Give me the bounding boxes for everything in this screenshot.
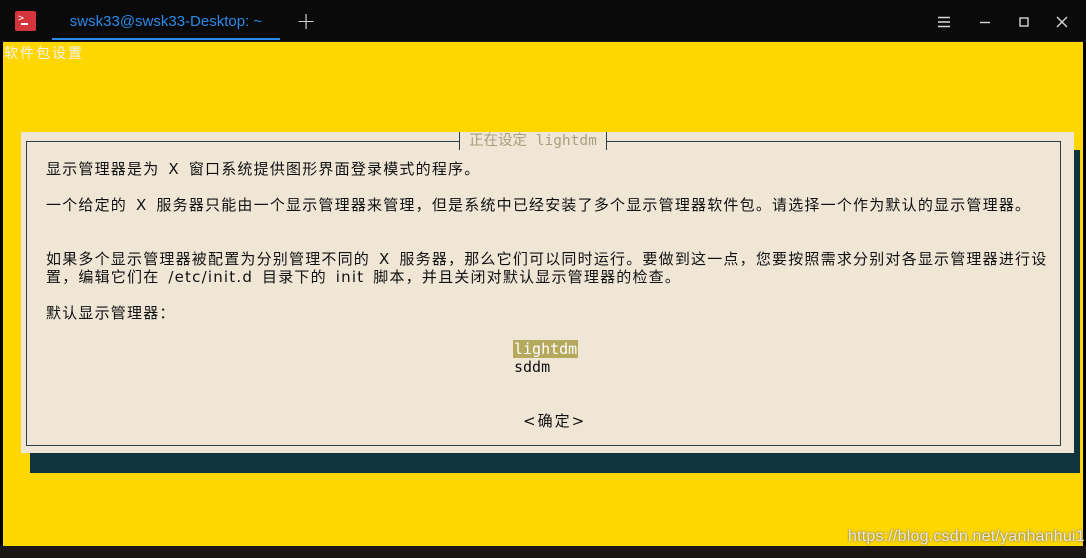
terminal-app-icon: > xyxy=(15,11,36,31)
dialog-frame: 显示管理器是为 X 窗口系统提供图形界面登录模式的程序。 一个给定的 X 服务器… xyxy=(26,141,1061,446)
window-titlebar: > swsk33@swsk33-Desktop: ~ + xyxy=(0,0,1086,42)
add-tab-button[interactable]: + xyxy=(292,8,320,36)
close-icon[interactable] xyxy=(1050,10,1074,34)
minimize-icon[interactable] xyxy=(973,10,997,34)
option-lightdm[interactable]: lightdm xyxy=(513,340,579,358)
maximize-icon[interactable] xyxy=(1012,10,1036,34)
watermark: https://blog.csdn.net/yanhanhui1 xyxy=(848,528,1085,545)
terminal-tab[interactable]: swsk33@swsk33-Desktop: ~ xyxy=(52,6,280,40)
dialog-title: 正在设定 lightdm xyxy=(459,132,607,150)
ok-button[interactable]: <确定> xyxy=(523,412,586,430)
dialog-paragraph: 如果多个显示管理器被配置为分别管理不同的 X 服务器，那么它们可以同时运行。要做… xyxy=(46,250,1048,286)
menu-icon[interactable] xyxy=(932,10,956,34)
package-config-title: 软件包设置 xyxy=(4,46,84,62)
dialog-paragraph: 显示管理器是为 X 窗口系统提供图形界面登录模式的程序。 xyxy=(46,160,481,178)
dialog-paragraph: 一个给定的 X 服务器只能由一个显示管理器来管理，但是系统中已经安装了多个显示管… xyxy=(46,196,1032,214)
default-dm-prompt: 默认显示管理器： xyxy=(46,304,176,322)
terminal-area[interactable]: 软件包设置 显示管理器是为 X 窗口系统提供图形界面登录模式的程序。 一个给定的… xyxy=(3,42,1083,546)
option-sddm[interactable]: sddm xyxy=(513,358,578,376)
configure-dialog: 显示管理器是为 X 窗口系统提供图形界面登录模式的程序。 一个给定的 X 服务器… xyxy=(21,132,1074,453)
display-manager-options[interactable]: lightdm sddm xyxy=(513,340,579,376)
desktop-background-strip xyxy=(0,546,1086,558)
